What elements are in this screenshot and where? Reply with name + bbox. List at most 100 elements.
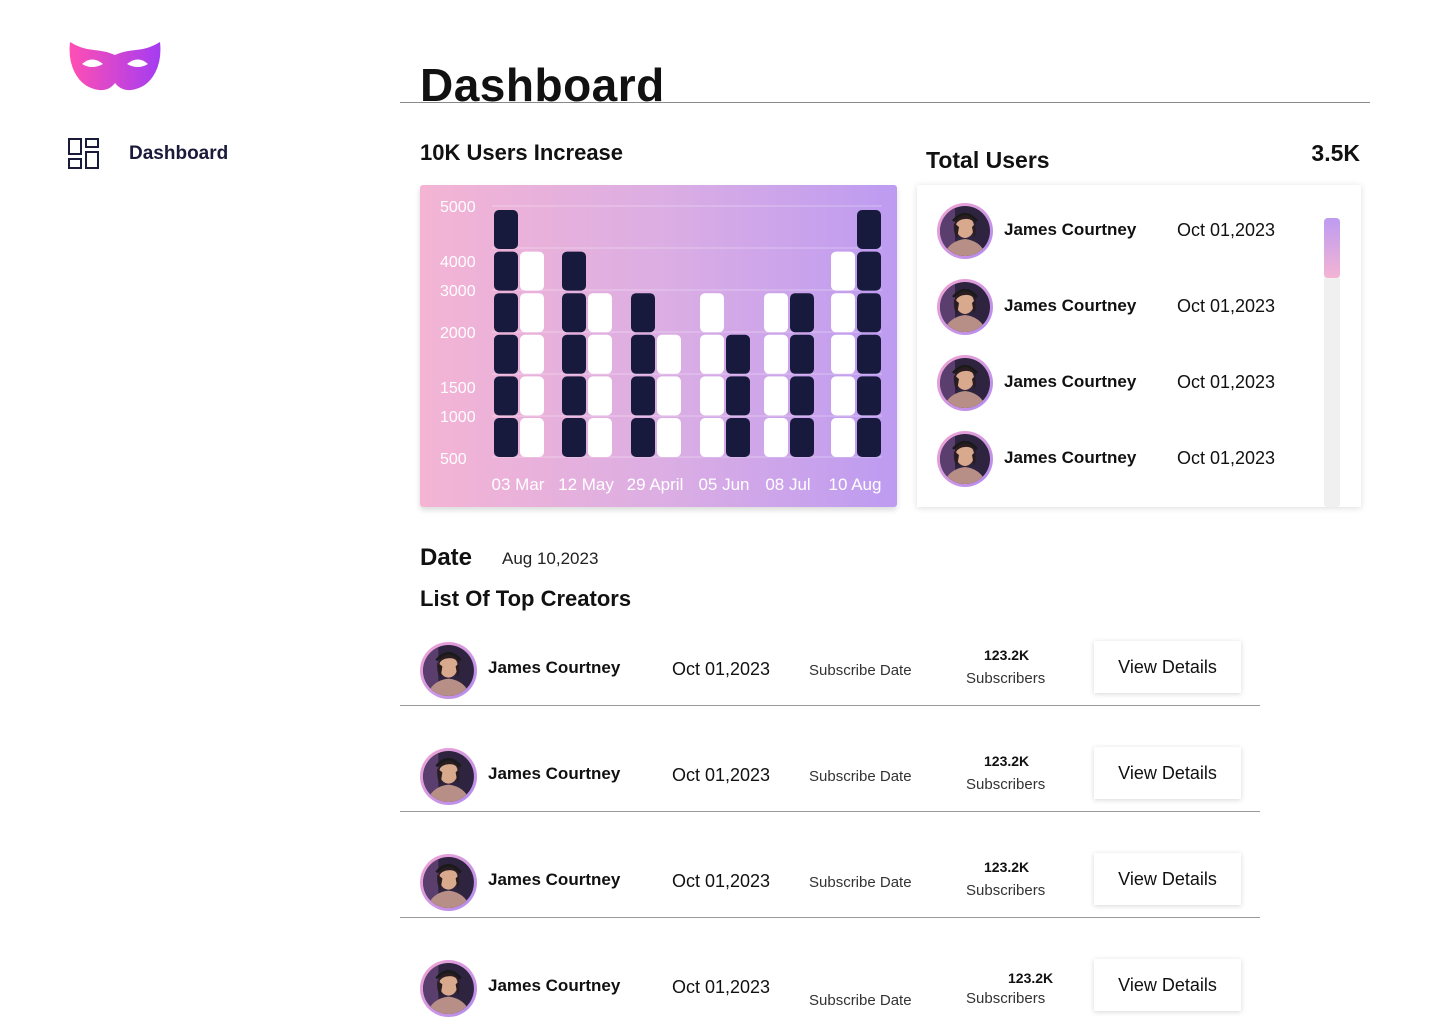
view-details-button[interactable]: View Details xyxy=(1094,641,1241,693)
bar-segment xyxy=(857,251,881,291)
bar-segment xyxy=(831,293,855,333)
bar-segment xyxy=(494,293,518,333)
creator-name: James Courtney xyxy=(488,870,621,889)
scrollbar-thumb[interactable] xyxy=(1324,218,1340,278)
y-tick-label: 3000 xyxy=(440,283,476,300)
user-name: James Courtney xyxy=(1004,220,1137,239)
subscribers-label: Subscribers xyxy=(966,882,1046,899)
y-tick-label: 500 xyxy=(440,451,467,468)
user-date: Oct 01,2023 xyxy=(1177,220,1276,240)
grid-layout-icon xyxy=(68,138,99,169)
chart-title: 10K Users Increase xyxy=(420,140,624,165)
table-row: James Courtney Oct 01,2023 Subscribe Dat… xyxy=(400,948,1260,1024)
subscriber-count: 123.2K xyxy=(1008,970,1054,986)
avatar xyxy=(420,642,477,699)
bar-segment xyxy=(726,334,750,374)
bar-segment xyxy=(726,418,750,457)
subscribers-label: Subscribers xyxy=(966,776,1046,793)
list-item[interactable]: James Courtney Oct 01,2023 xyxy=(937,279,1317,337)
y-tick-label: 5000 xyxy=(440,199,476,216)
total-users-count: 3.5K xyxy=(1311,140,1360,166)
subscriber-count: 123.2K xyxy=(984,647,1030,663)
bar-segment xyxy=(857,334,881,374)
bar-segment xyxy=(562,251,586,291)
bar-segment xyxy=(588,376,612,416)
view-details-button[interactable]: View Details xyxy=(1094,747,1241,799)
bar-segment xyxy=(831,251,855,291)
bar-segment xyxy=(494,334,518,374)
subscribe-date-label: Subscribe Date xyxy=(809,662,912,679)
bar-segment xyxy=(520,376,544,416)
bar-segment xyxy=(494,251,518,291)
bar-segment xyxy=(700,334,724,374)
bar-chart: 5000 4000 3000 2000 1500 1000 500 03 Mar 12 May 2… xyxy=(440,199,882,494)
creator-date: Oct 01,2023 xyxy=(672,659,771,679)
x-tick-label: 10 Aug xyxy=(829,475,882,494)
creator-date: Oct 01,2023 xyxy=(672,871,771,891)
page-title: Dashboard xyxy=(420,59,665,111)
mask-icon xyxy=(69,42,161,91)
avatar xyxy=(420,748,477,805)
list-item[interactable]: James Courtney Oct 01,2023 xyxy=(937,431,1317,489)
subscribe-date-label: Subscribe Date xyxy=(809,768,912,785)
user-date: Oct 01,2023 xyxy=(1177,296,1276,316)
title-divider xyxy=(400,102,1370,103)
x-tick-label: 05 Jun xyxy=(698,475,749,494)
user-name: James Courtney xyxy=(1004,372,1137,391)
list-item[interactable]: James Courtney Oct 01,2023 xyxy=(937,203,1317,261)
subscriber-count: 123.2K xyxy=(984,859,1030,875)
creator-date: Oct 01,2023 xyxy=(672,977,771,997)
bar-segment xyxy=(588,293,612,333)
x-tick-label: 03 Mar xyxy=(492,475,545,494)
subscribe-date-label: Subscribe Date xyxy=(809,992,912,1009)
row-divider xyxy=(400,811,1260,812)
bar-segment xyxy=(831,376,855,416)
bar-segment xyxy=(520,418,544,457)
bar-segment xyxy=(494,210,518,249)
list-item[interactable]: James Courtney Oct 01,2023 xyxy=(937,355,1317,413)
bar-segment xyxy=(764,293,788,333)
bar-segment xyxy=(790,418,814,457)
sidebar-item-dashboard[interactable]: Dashboard xyxy=(68,138,228,170)
bar-segment xyxy=(588,418,612,457)
creator-name: James Courtney xyxy=(488,764,621,783)
view-details-button[interactable]: View Details xyxy=(1094,853,1241,905)
bar-segment xyxy=(657,334,681,374)
user-date: Oct 01,2023 xyxy=(1177,372,1276,392)
x-tick-label: 08 Jul xyxy=(765,475,810,494)
creator-name: James Courtney xyxy=(488,976,621,995)
subscribe-date-label: Subscribe Date xyxy=(809,874,912,891)
row-divider xyxy=(400,917,1260,918)
date-label: Date xyxy=(420,544,473,571)
bar-segment xyxy=(764,334,788,374)
users-increase-chart: 5000 4000 3000 2000 1500 1000 500 03 Mar 12 May 2… xyxy=(420,185,897,507)
date-value: Aug 10,2023 xyxy=(502,549,599,568)
bar-segment xyxy=(562,376,586,416)
bar-segment xyxy=(631,418,655,457)
y-tick-label: 4000 xyxy=(440,254,476,271)
bar-segment xyxy=(631,334,655,374)
avatar xyxy=(937,279,993,335)
bar-segment xyxy=(520,293,544,333)
bar-segment xyxy=(588,334,612,374)
creator-name: James Courtney xyxy=(488,658,621,677)
bar-segment xyxy=(520,251,544,291)
bar-segment xyxy=(857,376,881,416)
bar-segment xyxy=(562,418,586,457)
sidebar-item-label: Dashboard xyxy=(129,143,229,164)
bar-segment xyxy=(700,293,724,333)
view-details-button[interactable]: View Details xyxy=(1094,959,1241,1011)
bar-segment xyxy=(631,293,655,333)
subscriber-count: 123.2K xyxy=(984,753,1030,769)
creator-date: Oct 01,2023 xyxy=(672,765,771,785)
bar-segment xyxy=(631,376,655,416)
table-row: James Courtney Oct 01,2023 Subscribe Dat… xyxy=(400,842,1260,948)
avatar xyxy=(937,355,993,411)
bar-segment xyxy=(520,334,544,374)
avatar xyxy=(937,203,993,259)
x-tick-label: 29 April xyxy=(627,475,684,494)
subscribers-label: Subscribers xyxy=(966,670,1046,687)
total-users-title: Total Users xyxy=(926,147,1050,173)
y-tick-label: 1000 xyxy=(440,409,476,426)
bar-segment xyxy=(857,210,881,249)
